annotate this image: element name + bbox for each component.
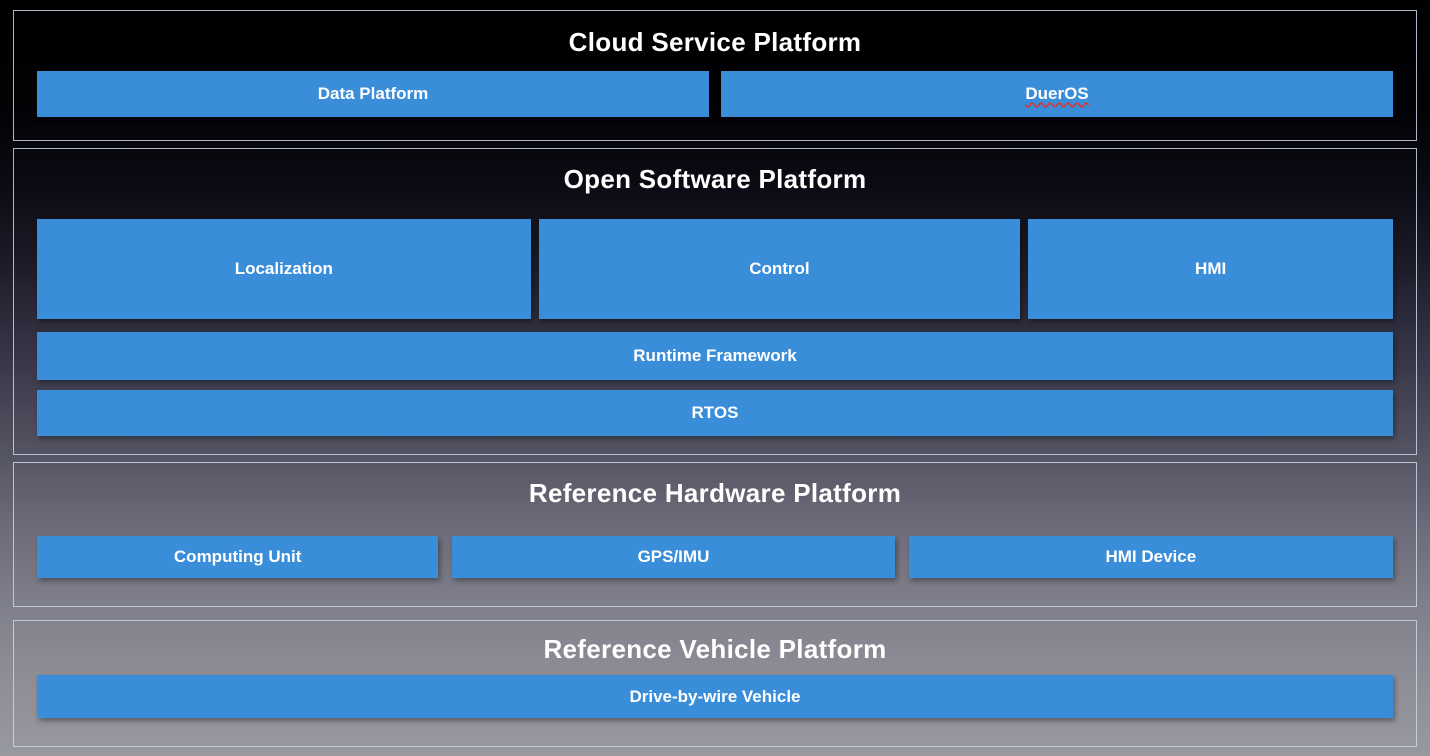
- block-dueros-label: DuerOS: [1025, 84, 1088, 104]
- block-data-platform: Data Platform: [37, 71, 709, 117]
- block-drive-by-wire-vehicle: Drive-by-wire Vehicle: [37, 675, 1393, 718]
- cloud-blocks-row: Data Platform DuerOS: [14, 71, 1416, 117]
- block-hmi-device: HMI Device: [909, 536, 1393, 578]
- section-title-open-software-platform: Open Software Platform: [14, 149, 1416, 194]
- section-reference-vehicle-platform: Reference Vehicle Platform Drive-by-wire…: [13, 620, 1417, 747]
- block-rtos: RTOS: [37, 390, 1393, 436]
- block-computing-unit: Computing Unit: [37, 536, 438, 578]
- block-runtime-framework-label: Runtime Framework: [633, 346, 796, 366]
- block-localization-label: Localization: [235, 259, 333, 279]
- section-cloud-service-platform: Cloud Service Platform Data Platform Due…: [13, 10, 1417, 141]
- block-dueros: DuerOS: [721, 71, 1393, 117]
- hardware-blocks-row: Computing Unit GPS/IMU HMI Device: [14, 536, 1416, 578]
- block-hmi-device-label: HMI Device: [1105, 547, 1196, 567]
- software-blocks-row: Localization Control HMI: [14, 219, 1416, 319]
- section-title-reference-hardware-platform: Reference Hardware Platform: [14, 463, 1416, 508]
- block-drive-by-wire-vehicle-label: Drive-by-wire Vehicle: [629, 687, 800, 707]
- architecture-diagram: Cloud Service Platform Data Platform Due…: [0, 0, 1430, 756]
- block-data-platform-label: Data Platform: [318, 84, 429, 104]
- block-runtime-framework: Runtime Framework: [37, 332, 1393, 380]
- block-hmi: HMI: [1028, 219, 1393, 319]
- section-title-reference-vehicle-platform: Reference Vehicle Platform: [14, 621, 1416, 661]
- section-title-cloud-service-platform: Cloud Service Platform: [14, 11, 1416, 57]
- block-control-label: Control: [749, 259, 809, 279]
- block-localization: Localization: [37, 219, 531, 319]
- block-computing-unit-label: Computing Unit: [174, 547, 301, 567]
- block-gps-imu-label: GPS/IMU: [638, 547, 710, 567]
- block-control: Control: [539, 219, 1021, 319]
- block-gps-imu: GPS/IMU: [452, 536, 894, 578]
- section-reference-hardware-platform: Reference Hardware Platform Computing Un…: [13, 462, 1417, 607]
- section-open-software-platform: Open Software Platform Localization Cont…: [13, 148, 1417, 455]
- block-rtos-label: RTOS: [692, 403, 739, 423]
- block-hmi-label: HMI: [1195, 259, 1226, 279]
